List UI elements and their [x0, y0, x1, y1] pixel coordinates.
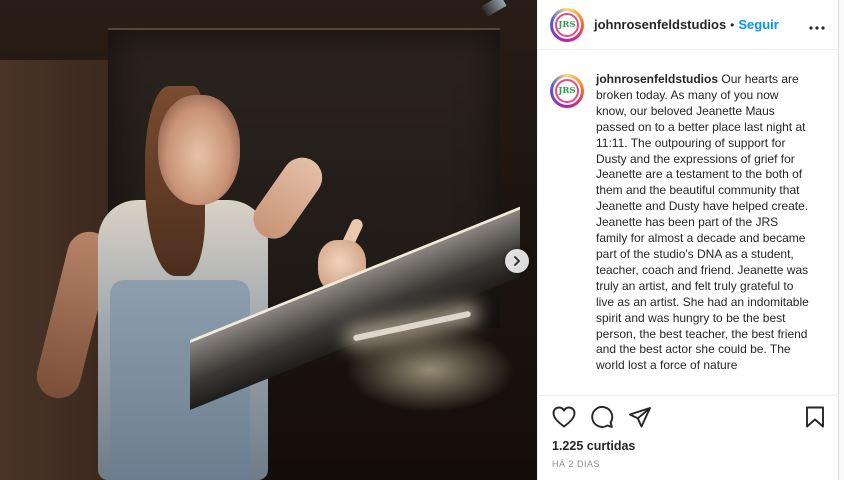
- microphone: [481, 0, 507, 17]
- comment-icon: [591, 406, 614, 428]
- caption: johnrosenfeldstudios Our hearts are brok…: [596, 72, 810, 395]
- comment-button[interactable]: [590, 406, 614, 433]
- next-image-button[interactable]: [505, 249, 529, 273]
- heart-icon: [552, 406, 576, 428]
- post-image[interactable]: [0, 0, 537, 480]
- follow-button[interactable]: Seguir: [738, 17, 778, 32]
- caption-avatar[interactable]: JRS: [550, 74, 584, 108]
- caption-text: Our hearts are broken today. As many of …: [596, 72, 809, 373]
- share-icon: [629, 407, 651, 428]
- avatar-logo: JRS: [555, 79, 579, 103]
- person-head: [158, 95, 240, 205]
- chevron-right-icon: [514, 256, 520, 266]
- post-sidebar: JRS johnrosenfeldstudios • Seguir JRS jo…: [537, 0, 839, 480]
- caption-section: JRS johnrosenfeldstudios Our hearts are …: [538, 58, 839, 395]
- separator-dot: •: [730, 17, 735, 32]
- like-button[interactable]: [552, 406, 576, 433]
- more-options-button[interactable]: [809, 15, 825, 33]
- likes-count[interactable]: 1.225 curtidas: [552, 439, 635, 453]
- share-button[interactable]: [628, 406, 652, 433]
- username-link[interactable]: johnrosenfeldstudios: [594, 17, 726, 32]
- post-header: JRS johnrosenfeldstudios • Seguir: [538, 0, 839, 50]
- page-background: [839, 0, 844, 480]
- action-bar: 1.225 curtidas HÁ 2 DIAS: [538, 395, 839, 480]
- avatar[interactable]: JRS: [550, 7, 584, 42]
- avatar-logo: JRS: [555, 12, 579, 37]
- save-button[interactable]: [805, 406, 825, 433]
- post-timestamp[interactable]: HÁ 2 DIAS: [552, 459, 600, 469]
- bookmark-icon: [806, 406, 824, 428]
- caption-username-link[interactable]: johnrosenfeldstudios: [596, 72, 718, 86]
- more-icon: [809, 26, 825, 30]
